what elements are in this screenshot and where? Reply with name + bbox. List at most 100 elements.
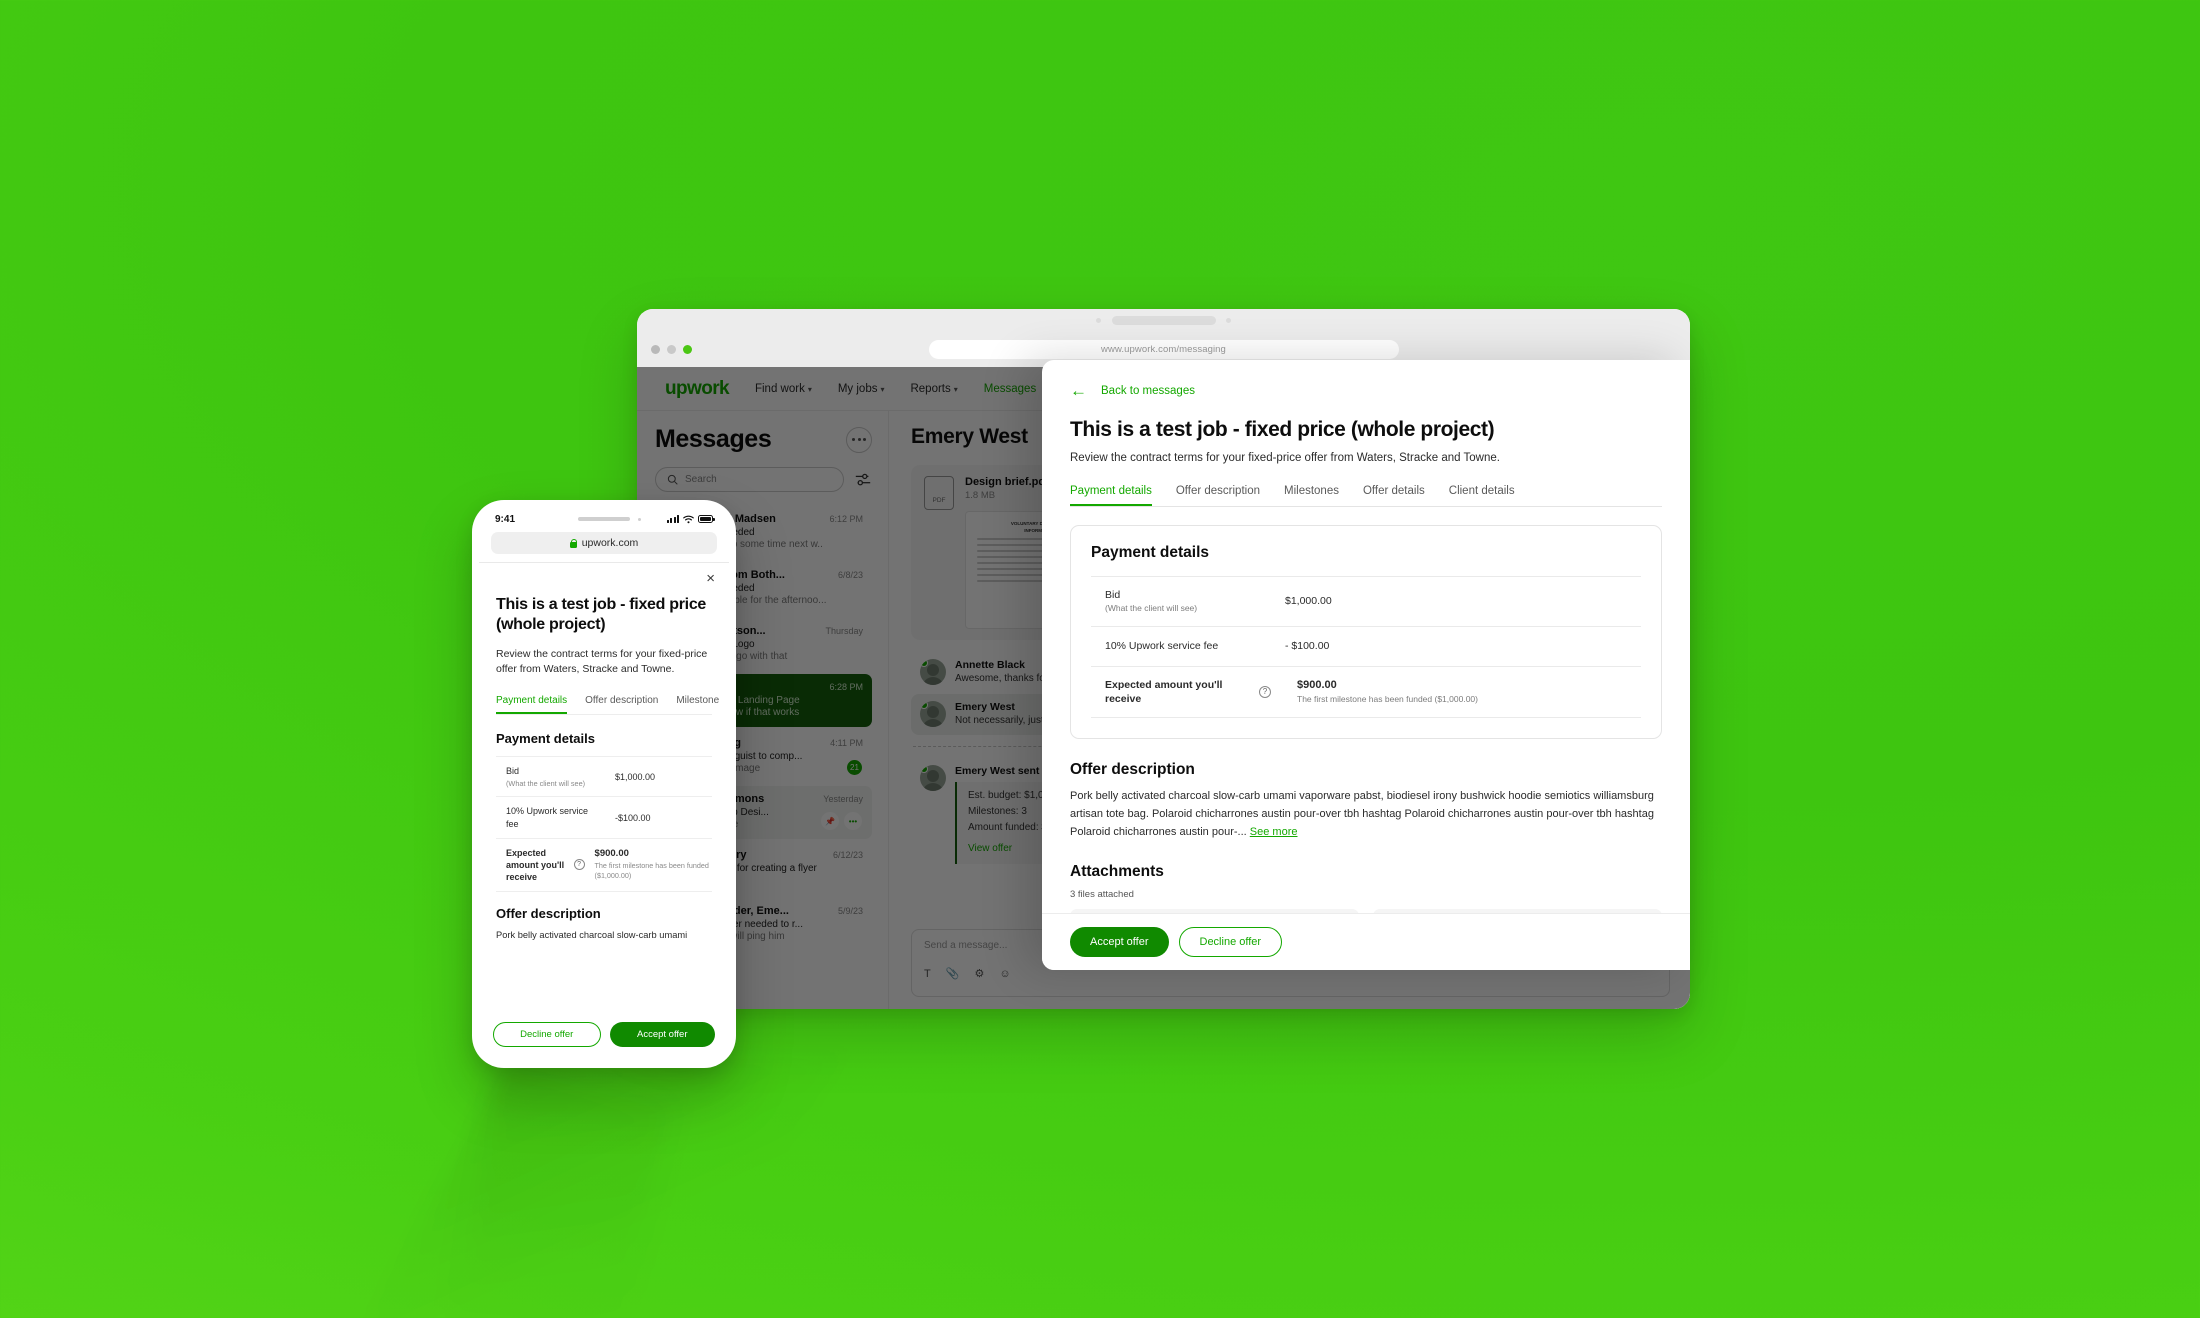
phone-tab-payment-details[interactable]: Payment details [496, 695, 568, 715]
nav-my-jobs[interactable]: My jobs ▾ [838, 383, 885, 395]
tab-strip-dot-left [1095, 318, 1101, 323]
maximize-window-button[interactable] [683, 344, 692, 354]
window-controls[interactable] [651, 344, 692, 354]
page-title: Messages [655, 425, 772, 453]
status-time: 9:41 [495, 513, 516, 525]
conversation-time: 6/8/23 [837, 570, 863, 580]
attachments-row: 📎offer.png (570 kb)⤓ 📎offer.png (570 kb)⤓ [1070, 909, 1662, 913]
row-value: $900.00 The first milestone has been fund… [595, 848, 712, 881]
payment-detail-row: Bid (What the client will see) $1,000.00 [1091, 576, 1641, 626]
wifi-icon [683, 515, 694, 523]
row-label: 10% Upwork service fee [1105, 640, 1219, 653]
conversation-time: 5/9/23 [837, 906, 863, 916]
more-options-button[interactable] [846, 426, 872, 453]
conversation-time: 6/12/23 [832, 850, 863, 860]
chevron-down-icon: ▾ [953, 384, 958, 394]
conversation-time: 6:12 PM [829, 514, 863, 524]
search-placeholder: Search [685, 474, 717, 485]
url-text: www.upwork.com/messaging [1101, 343, 1226, 355]
offer-scroll-area[interactable]: ← Back to messages This is a test job - … [1042, 360, 1690, 913]
decline-offer-button[interactable]: Decline offer [1178, 927, 1283, 957]
more-icon[interactable]: ••• [844, 812, 862, 830]
phone-tab-offer-description[interactable]: Offer description [585, 695, 658, 714]
close-window-button[interactable] [651, 344, 660, 354]
nav-reports[interactable]: Reports ▾ [910, 383, 957, 395]
close-icon[interactable]: × [706, 571, 715, 586]
offer-description-text: Pork belly activated charcoal slow-carb … [1070, 788, 1662, 841]
nav-messages[interactable]: Messages [984, 383, 1036, 395]
browser-tab[interactable] [1111, 316, 1216, 325]
attachment-chip[interactable]: 📎offer.png (570 kb)⤓ [1373, 909, 1662, 913]
attachment-chip[interactable]: 📎offer.png (570 kb)⤓ [1070, 909, 1359, 913]
phone-payment-heading: Payment details [496, 731, 595, 747]
row-value: - $100.00 [1285, 640, 1330, 653]
online-status-dot [920, 700, 928, 709]
front-camera-dot [638, 518, 641, 521]
offer-tab-payment-details[interactable]: Payment details [1070, 485, 1152, 506]
upwork-logo[interactable]: upwork [665, 378, 730, 400]
phone-payment-table: Bid (What the client will see) $1,000.00 10… [496, 756, 712, 893]
emoji-icon[interactable]: ☺ [999, 968, 1010, 980]
chevron-down-icon: ▾ [807, 384, 812, 394]
row-value: $1,000.00 [1285, 595, 1332, 608]
view-offer-link[interactable]: View offer [968, 843, 1012, 854]
pin-icon[interactable]: 📌 [821, 812, 839, 830]
search-input[interactable]: Search [655, 467, 844, 492]
minimize-window-button[interactable] [667, 344, 676, 354]
see-more-link[interactable]: See more [1250, 826, 1298, 838]
conversation-time: Thursday [825, 626, 863, 636]
phone-address-bar[interactable]: upwork.com [491, 532, 717, 554]
row-value-note: The first milestone has been funded ($1,… [1297, 694, 1478, 705]
phone-payment-row: Bid (What the client will see) $1,000.00 [496, 756, 712, 796]
phone-decline-offer-button[interactable]: Decline offer [493, 1022, 601, 1047]
chevron-down-icon: ▾ [880, 384, 885, 394]
battery-icon [698, 515, 715, 523]
attachment-icon[interactable]: 📎 [946, 967, 960, 980]
offer-description-heading: Offer description [1070, 760, 1195, 778]
dynamic-island [578, 517, 630, 521]
offer-tab-client-details[interactable]: Client details [1449, 485, 1515, 506]
offer-detail-panel: ← Back to messages This is a test job - … [1042, 360, 1690, 970]
offer-tab-milestones[interactable]: Milestones [1284, 485, 1339, 506]
offer-tab-offer-description[interactable]: Offer description [1176, 485, 1260, 506]
search-row: Search [655, 467, 872, 492]
row-label: Bid (What the client will see) [1105, 588, 1259, 615]
phone-tab-milestone[interactable]: Milestone [676, 695, 719, 714]
signal-bars-icon [667, 515, 679, 523]
help-icon[interactable]: ? [573, 859, 585, 871]
back-to-messages-button[interactable]: ← Back to messages [1070, 382, 1662, 399]
accept-offer-button[interactable]: Accept offer [1070, 927, 1169, 957]
description-body: Pork belly activated charcoal slow-carb … [1070, 789, 1654, 838]
row-note: (What the client will see) [506, 778, 586, 788]
settings-icon[interactable]: ⚙ [974, 967, 984, 980]
filter-icon[interactable] [854, 471, 872, 489]
phone-offer-subtitle: Review the contract terms for your fixed… [496, 647, 708, 676]
help-icon[interactable]: ? [1259, 685, 1271, 698]
nav-find-work[interactable]: Find work ▾ [755, 383, 812, 395]
url-bar[interactable]: www.upwork.com/messaging [928, 339, 1399, 359]
conversation-hover-actions[interactable]: 📌 ••• [821, 812, 862, 830]
phone-description-heading: Offer description [496, 906, 601, 922]
conversation-time: 6:28 PM [829, 682, 863, 692]
online-status-dot [920, 765, 928, 773]
row-value-note: The first milestone has been funded ($1,… [594, 861, 709, 881]
payment-detail-row: Expected amount you'll receive? $900.00 Th… [1091, 665, 1641, 718]
phone-screen: 9:41 upwork.com × This is a test job - f… [479, 507, 729, 1061]
offer-tab-offer-details[interactable]: Offer details [1363, 485, 1425, 506]
doc-line [977, 579, 1047, 583]
row-value: -$100.00 [615, 812, 651, 823]
attachments-count: 3 files attached [1070, 889, 1134, 901]
background-shadow-streak-secondary [445, 1064, 675, 1318]
row-label: 10% Upwork service fee [506, 806, 589, 829]
phone-action-bar: Decline offer Accept offer [479, 1012, 729, 1061]
row-label: Expected amount you'll receive [506, 847, 565, 882]
tab-strip-dot-right [1225, 318, 1231, 323]
phone-accept-offer-button[interactable]: Accept offer [609, 1022, 715, 1047]
phone-description-text: Pork belly activated charcoal slow-carb … [496, 930, 688, 941]
browser-tab-strip [637, 309, 1690, 331]
row-value: $900.00 The first milestone has been fund… [1297, 679, 1478, 705]
phone-offer-tabs: Payment details Offer description Mileston… [496, 695, 719, 716]
text-format-icon[interactable]: T [924, 968, 931, 980]
attachments-heading: Attachments [1070, 863, 1164, 881]
conversation-time: Yesterday [823, 794, 863, 804]
